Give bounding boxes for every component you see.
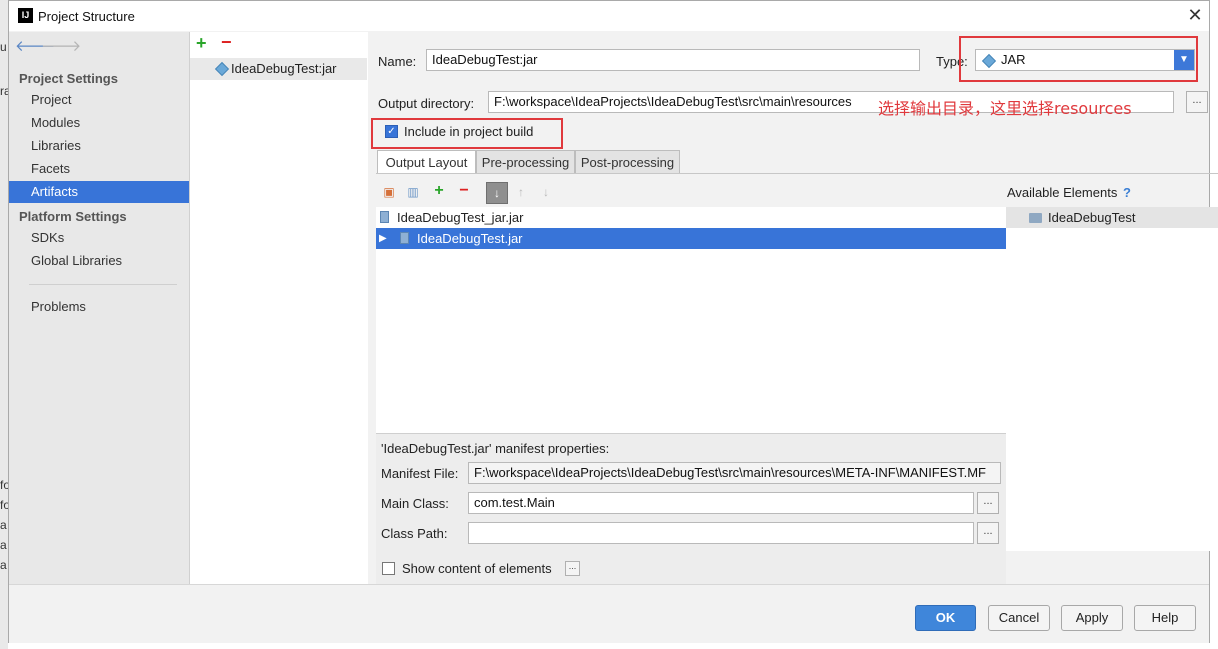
sidebar-item-problems[interactable]: Problems [9, 296, 189, 318]
background-text: u [0, 40, 7, 54]
move-up-icon[interactable]: ↑ [513, 184, 529, 200]
annotation-text: 选择输出目录，这里选择resources [878, 99, 1132, 118]
artifact-item-label: IdeaDebugTest:jar [231, 61, 337, 76]
sidebar-item-libraries[interactable]: Libraries [9, 135, 189, 157]
sidebar-item-modules[interactable]: Modules [9, 112, 189, 134]
close-icon[interactable]: ✕ [1185, 4, 1205, 26]
chevron-down-icon[interactable]: ▼ [1174, 50, 1194, 70]
artifact-settings-panel: Name: IdeaDebugTest:jar Type: JAR ▼ Outp… [368, 32, 1218, 585]
tab-divider [376, 173, 1218, 174]
module-folder-icon [1029, 213, 1042, 223]
tree-row[interactable]: IdeaDebugTest_jar.jar [376, 207, 1006, 228]
tab-output-layout[interactable]: Output Layout [377, 150, 476, 174]
add-element-icon[interactable]: + [431, 183, 447, 199]
show-content-checkbox[interactable] [382, 562, 395, 575]
manifest-title: 'IdeaDebugTest.jar' manifest properties: [381, 441, 610, 456]
output-directory-value: F:\workspace\IdeaProjects\IdeaDebugTest\… [494, 94, 852, 109]
tab-post-processing[interactable]: Post-processing [575, 150, 680, 174]
jar-artifact-icon [214, 61, 230, 77]
manifest-properties-panel: 'IdeaDebugTest.jar' manifest properties:… [376, 433, 1006, 585]
background-text: a [0, 558, 7, 572]
archive-icon[interactable]: ▥ [405, 184, 421, 200]
sidebar-divider [29, 284, 177, 285]
tree-row-label: IdeaDebugTest_jar.jar [397, 210, 524, 225]
tree-row-selected[interactable]: ▶ IdeaDebugTest.jar [376, 228, 1006, 249]
dialog-footer: OK Cancel Apply Help [9, 584, 1209, 643]
ok-button[interactable]: OK [915, 605, 976, 631]
cancel-button[interactable]: Cancel [988, 605, 1050, 631]
sidebar-item-project[interactable]: Project [9, 89, 189, 111]
output-directory-browse-button[interactable]: ... [1186, 91, 1208, 113]
remove-artifact-icon[interactable]: − [221, 32, 232, 53]
project-settings-header: Project Settings [19, 71, 118, 86]
add-artifact-icon[interactable]: + [196, 33, 207, 54]
expand-arrow-icon[interactable]: ▶ [379, 228, 387, 249]
available-elements-tree: IdeaDebugTest [1006, 207, 1218, 551]
class-path-label: Class Path: [381, 526, 448, 541]
background-text: a [0, 538, 7, 552]
help-button[interactable]: Help [1134, 605, 1196, 631]
jar-file-icon [380, 211, 389, 223]
show-content-options-button[interactable]: ... [565, 561, 580, 576]
title-bar: IJ Project Structure ✕ [9, 1, 1209, 31]
jar-type-icon [981, 53, 997, 69]
show-content-label: Show content of elements [402, 561, 552, 576]
name-label: Name: [378, 54, 417, 69]
manifest-file-field[interactable]: F:\workspace\IdeaProjects\IdeaDebugTest\… [468, 462, 1001, 484]
available-item[interactable]: IdeaDebugTest [1006, 207, 1218, 228]
settings-sidebar: 🡐 🡒 Project Settings Project Modules Lib… [9, 32, 189, 584]
sort-icon[interactable]: ↓ [486, 182, 508, 204]
remove-element-icon[interactable]: − [456, 183, 472, 199]
jar-file-icon [400, 232, 409, 244]
output-layout-tree: IdeaDebugTest_jar.jar ▶ IdeaDebugTest.ja… [376, 207, 1006, 433]
artifact-list-panel: + − IdeaDebugTest:jar [189, 32, 369, 584]
available-elements-label: Available Elements [1007, 185, 1118, 200]
window-title: Project Structure [38, 9, 135, 24]
output-directory-label: Output directory: [378, 96, 475, 111]
main-class-browse-button[interactable]: ... [977, 492, 999, 514]
main-class-label: Main Class: [381, 496, 449, 511]
move-down-icon[interactable]: ↓ [538, 184, 554, 200]
artifact-item[interactable]: IdeaDebugTest:jar [190, 58, 367, 80]
sidebar-item-sdks[interactable]: SDKs [9, 227, 189, 249]
include-build-checkbox[interactable]: ✓ [385, 125, 398, 138]
tab-pre-processing[interactable]: Pre-processing [476, 150, 575, 174]
include-build-label: Include in project build [404, 124, 534, 139]
available-item-label: IdeaDebugTest [1048, 210, 1136, 225]
manifest-file-label: Manifest File: [381, 466, 459, 481]
class-path-browse-button[interactable]: ... [977, 522, 999, 544]
class-path-input[interactable] [468, 522, 974, 544]
main-class-input[interactable]: com.test.Main [468, 492, 974, 514]
intellij-logo-icon: IJ [18, 8, 33, 23]
tree-row-label: IdeaDebugTest.jar [417, 231, 523, 246]
sidebar-item-facets[interactable]: Facets [9, 158, 189, 180]
new-folder-icon[interactable]: ▣ [381, 184, 397, 200]
apply-button[interactable]: Apply [1061, 605, 1123, 631]
sidebar-item-artifacts[interactable]: Artifacts [9, 181, 189, 203]
platform-settings-header: Platform Settings [19, 209, 127, 224]
name-input[interactable]: IdeaDebugTest:jar [426, 49, 920, 71]
background-text: a [0, 518, 7, 532]
forward-arrow-icon[interactable]: 🡒 [41, 36, 81, 55]
sidebar-item-global-libraries[interactable]: Global Libraries [9, 250, 189, 272]
background-window-strip: u ra fo fo a a a [0, 0, 11, 649]
help-question-icon[interactable]: ? [1123, 185, 1131, 200]
project-structure-dialog: IJ Project Structure ✕ 🡐 🡒 Project Setti… [8, 0, 1218, 643]
type-value: JAR [1001, 52, 1026, 67]
type-combobox[interactable]: JAR ▼ [975, 49, 1195, 71]
